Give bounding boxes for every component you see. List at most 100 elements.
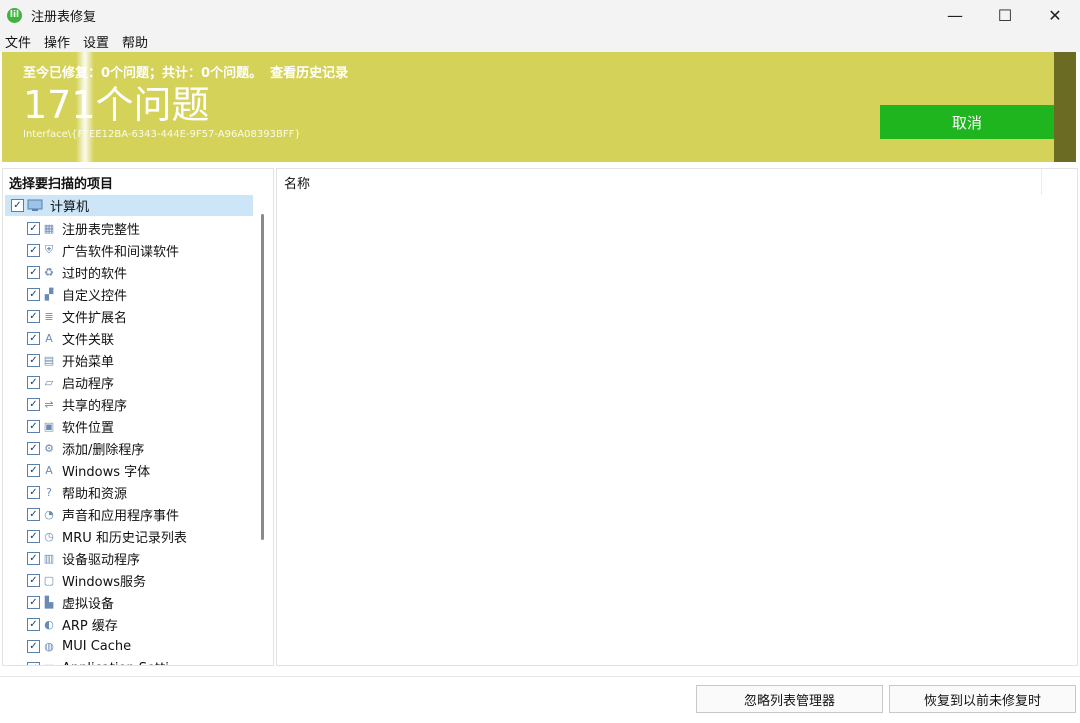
tree-item-label: MUI Cache: [62, 638, 132, 654]
tree-item[interactable]: ✓ A 文件关联: [27, 327, 252, 349]
minimize-button[interactable]: —: [930, 0, 980, 30]
tree-item[interactable]: ✓ ♻ 过时的软件: [27, 261, 252, 283]
scrollbar-thumb[interactable]: [261, 214, 264, 540]
tree-item[interactable]: ✓ ▦ 注册表完整性: [27, 217, 252, 239]
tree-item-label: Application Setti: [62, 661, 169, 666]
ignore-list-manager-button[interactable]: 忽略列表管理器: [696, 685, 883, 713]
tree-item-label: 软件位置: [62, 420, 115, 436]
tree-item-label: 声音和应用程序事件: [62, 508, 180, 524]
checkbox[interactable]: ✓: [27, 265, 40, 279]
tree-item[interactable]: ✓ ◔ 声音和应用程序事件: [27, 503, 252, 525]
checkbox[interactable]: ✓: [27, 529, 40, 543]
tree-root-label: 计算机: [50, 200, 90, 215]
bottom-divider: [0, 676, 1080, 677]
checkbox[interactable]: ✓: [27, 441, 40, 455]
checkbox[interactable]: ✓: [27, 375, 40, 389]
scan-status-banner: 至今已修复：0个问题；共计：0个问题。 查看历史记录 171个问题 Interfa…: [2, 52, 1076, 162]
tree-item-label: 文件扩展名: [62, 310, 128, 326]
tree-scrollbar[interactable]: [256, 214, 270, 664]
tree-item-label: 自定义控件: [62, 288, 128, 304]
registry-icon: ▦: [43, 221, 55, 235]
cache-icon: ◍: [44, 639, 54, 653]
tree-item[interactable]: ✓ ▢ Windows服务: [27, 569, 252, 591]
checkbox[interactable]: ✓: [27, 639, 40, 653]
tree-item[interactable]: ✓ ⚙ 添加/删除程序: [27, 437, 252, 459]
tree-item-label: Windows服务: [62, 574, 147, 590]
checkbox[interactable]: ✓: [27, 573, 40, 587]
view-history-link[interactable]: 查看历史记录: [270, 66, 348, 81]
checkbox[interactable]: ✓: [27, 331, 40, 345]
arp-icon: ◐: [44, 617, 54, 631]
column-header-label: 名称: [284, 176, 311, 192]
tree-item[interactable]: ✓ ▱ 启动程序: [27, 371, 252, 393]
checkbox[interactable]: ✓: [27, 287, 40, 301]
menu-help[interactable]: 帮助: [117, 32, 155, 51]
tree-root-computer[interactable]: ✓ 计算机: [5, 195, 253, 216]
repair-summary: 至今已修复：0个问题；共计：0个问题。 查看历史记录: [23, 62, 348, 81]
driver-icon: ▥: [43, 551, 55, 565]
window-title: 注册表修复: [31, 9, 97, 25]
tree-item[interactable]: ✓ ▙ 虚拟设备: [27, 591, 252, 613]
folder-icon: ▣: [43, 419, 55, 433]
tree-item[interactable]: ✓ ▣ 软件位置: [27, 415, 252, 437]
tree-item[interactable]: ✓ ▞ 自定义控件: [27, 283, 252, 305]
tree-item[interactable]: ✓ A Windows 字体: [27, 459, 252, 481]
checkbox[interactable]: ✓: [27, 309, 40, 323]
menu-settings[interactable]: 设置: [78, 32, 116, 51]
close-button[interactable]: ✕: [1030, 0, 1080, 30]
tree-item-label: 帮助和资源: [62, 486, 128, 502]
install-icon: ⚙: [44, 441, 54, 455]
checkbox[interactable]: ✓: [11, 199, 24, 212]
window-controls: — ☐ ✕: [930, 0, 1080, 30]
checkbox[interactable]: ✓: [27, 485, 40, 499]
restore-button[interactable]: 恢复到以前未修复时: [889, 685, 1076, 713]
checkbox[interactable]: ✓: [27, 353, 40, 367]
tree-item[interactable]: ✓? 帮助和资源: [27, 481, 252, 503]
checkbox[interactable]: ✓: [27, 617, 40, 631]
tree-item-label: 添加/删除程序: [62, 442, 145, 458]
cancel-button[interactable]: 取消: [880, 105, 1054, 139]
tree-item[interactable]: ✓ ◐ ARP 缓存: [27, 613, 252, 635]
font-icon: A: [45, 463, 53, 477]
checkbox[interactable]: ✓: [27, 595, 40, 609]
tree-item[interactable]: ✓ ≣ 文件扩展名: [27, 305, 252, 327]
checkbox[interactable]: ✓: [27, 419, 40, 433]
tree-item-label: 文件关联: [62, 332, 115, 348]
repair-summary-text: 至今已修复：0个问题；共计：0个问题。: [23, 66, 263, 81]
checkbox[interactable]: ✓: [27, 463, 40, 477]
tree-item[interactable]: ✓ ▥ 设备驱动程序: [27, 547, 252, 569]
tree-item[interactable]: ✓ ◷ MRU 和历史记录列表: [27, 525, 252, 547]
tree-item[interactable]: ✓ ▤ 开始菜单: [27, 349, 252, 371]
virtual-device-icon: ▙: [44, 595, 54, 609]
history-icon: ◷: [44, 529, 54, 543]
settings-icon: ▧: [42, 661, 56, 666]
font-a-icon: A: [45, 331, 53, 345]
checkbox[interactable]: ✓: [27, 551, 40, 565]
checkbox[interactable]: ✓: [27, 221, 40, 235]
tree-item-label: 过时的软件: [62, 266, 128, 282]
menu-bar: 文件 操作 设置 帮助: [0, 30, 1080, 52]
tree-item-label: ARP 缓存: [62, 618, 118, 634]
menu-action[interactable]: 操作: [39, 32, 77, 51]
startup-icon: ▱: [44, 375, 54, 389]
checkbox[interactable]: ✓: [27, 507, 40, 521]
controls-icon: ▞: [44, 287, 54, 301]
results-panel: 名称: [276, 168, 1078, 666]
checkbox[interactable]: ✓: [27, 397, 40, 411]
app-icon: lil: [7, 7, 22, 23]
column-header-name[interactable]: 名称: [277, 169, 1042, 195]
computer-icon: [26, 199, 44, 213]
tree-item[interactable]: ✓▧ Application Setti: [27, 657, 252, 666]
tree-item-label: 启动程序: [62, 376, 115, 392]
tree-item[interactable]: ✓ ◍ MUI Cache: [27, 635, 252, 657]
panel-heading: 选择要扫描的项目: [9, 177, 114, 192]
maximize-button[interactable]: ☐: [980, 0, 1030, 30]
menu-file[interactable]: 文件: [0, 32, 38, 51]
tree-item[interactable]: ✓ ⛨ 广告软件和间谍软件: [27, 239, 252, 261]
banner-edge: [1054, 52, 1076, 162]
checkbox[interactable]: ✓: [27, 243, 40, 257]
issue-count: 171个问题: [23, 83, 210, 127]
current-scan-path: Interface\{FFEE12BA-6343-444E-9F57-A96A0…: [23, 129, 301, 140]
tree-item[interactable]: ✓ ⇌ 共享的程序: [27, 393, 252, 415]
checkbox[interactable]: ✓: [27, 661, 40, 665]
